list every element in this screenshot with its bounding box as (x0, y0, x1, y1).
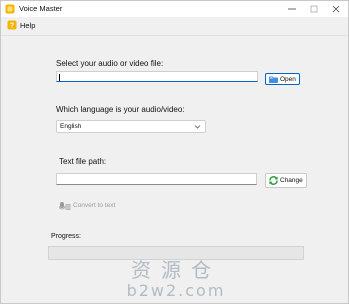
language-selected-value: English (60, 123, 82, 130)
watermark-line-1: 资源仓 (131, 258, 221, 282)
change-button-label: Change (280, 177, 303, 184)
app-icon (5, 4, 15, 14)
menu-help-label: Help (20, 21, 36, 30)
app-window: Voice Master ? Help Select your audio or… (0, 0, 349, 304)
text-caret (59, 74, 60, 81)
maximize-button[interactable] (303, 1, 325, 17)
file-path-input[interactable] (56, 71, 258, 82)
watermark-line-2: b2w2.com (126, 281, 226, 300)
window-title: Voice Master (19, 4, 63, 13)
close-button[interactable] (325, 1, 347, 17)
language-label: Which language is your audio/video: (56, 105, 185, 114)
title-bar[interactable]: Voice Master (1, 1, 348, 17)
maximize-icon (310, 5, 318, 13)
refresh-icon (268, 175, 279, 186)
close-icon (332, 5, 340, 13)
text-file-path-label: Text file path: (59, 157, 107, 166)
file-select-label: Select your audio or video file: (56, 59, 164, 68)
minimize-icon (288, 8, 296, 10)
help-icon: ? (7, 20, 17, 32)
minimize-button[interactable] (281, 1, 303, 17)
menu-separator (1, 35, 348, 36)
open-button[interactable]: Open (265, 73, 300, 85)
folder-icon (269, 76, 278, 83)
progress-label: Progress: (51, 233, 81, 240)
language-dropdown[interactable]: English (56, 120, 206, 133)
chevron-down-icon (194, 123, 201, 132)
progress-bar (48, 246, 304, 260)
watermark: 资源仓 b2w2.com (121, 258, 231, 300)
menu-bar: ? Help (1, 17, 348, 35)
menu-item-help[interactable]: ? Help (5, 19, 37, 32)
convert-button[interactable]: Convert to text (56, 199, 118, 212)
text-file-path-input[interactable] (56, 173, 257, 185)
convert-icon (59, 201, 71, 211)
svg-text:?: ? (10, 22, 14, 29)
convert-button-label: Convert to text (73, 202, 116, 209)
change-button[interactable]: Change (265, 173, 307, 188)
open-button-label: Open (280, 75, 296, 83)
